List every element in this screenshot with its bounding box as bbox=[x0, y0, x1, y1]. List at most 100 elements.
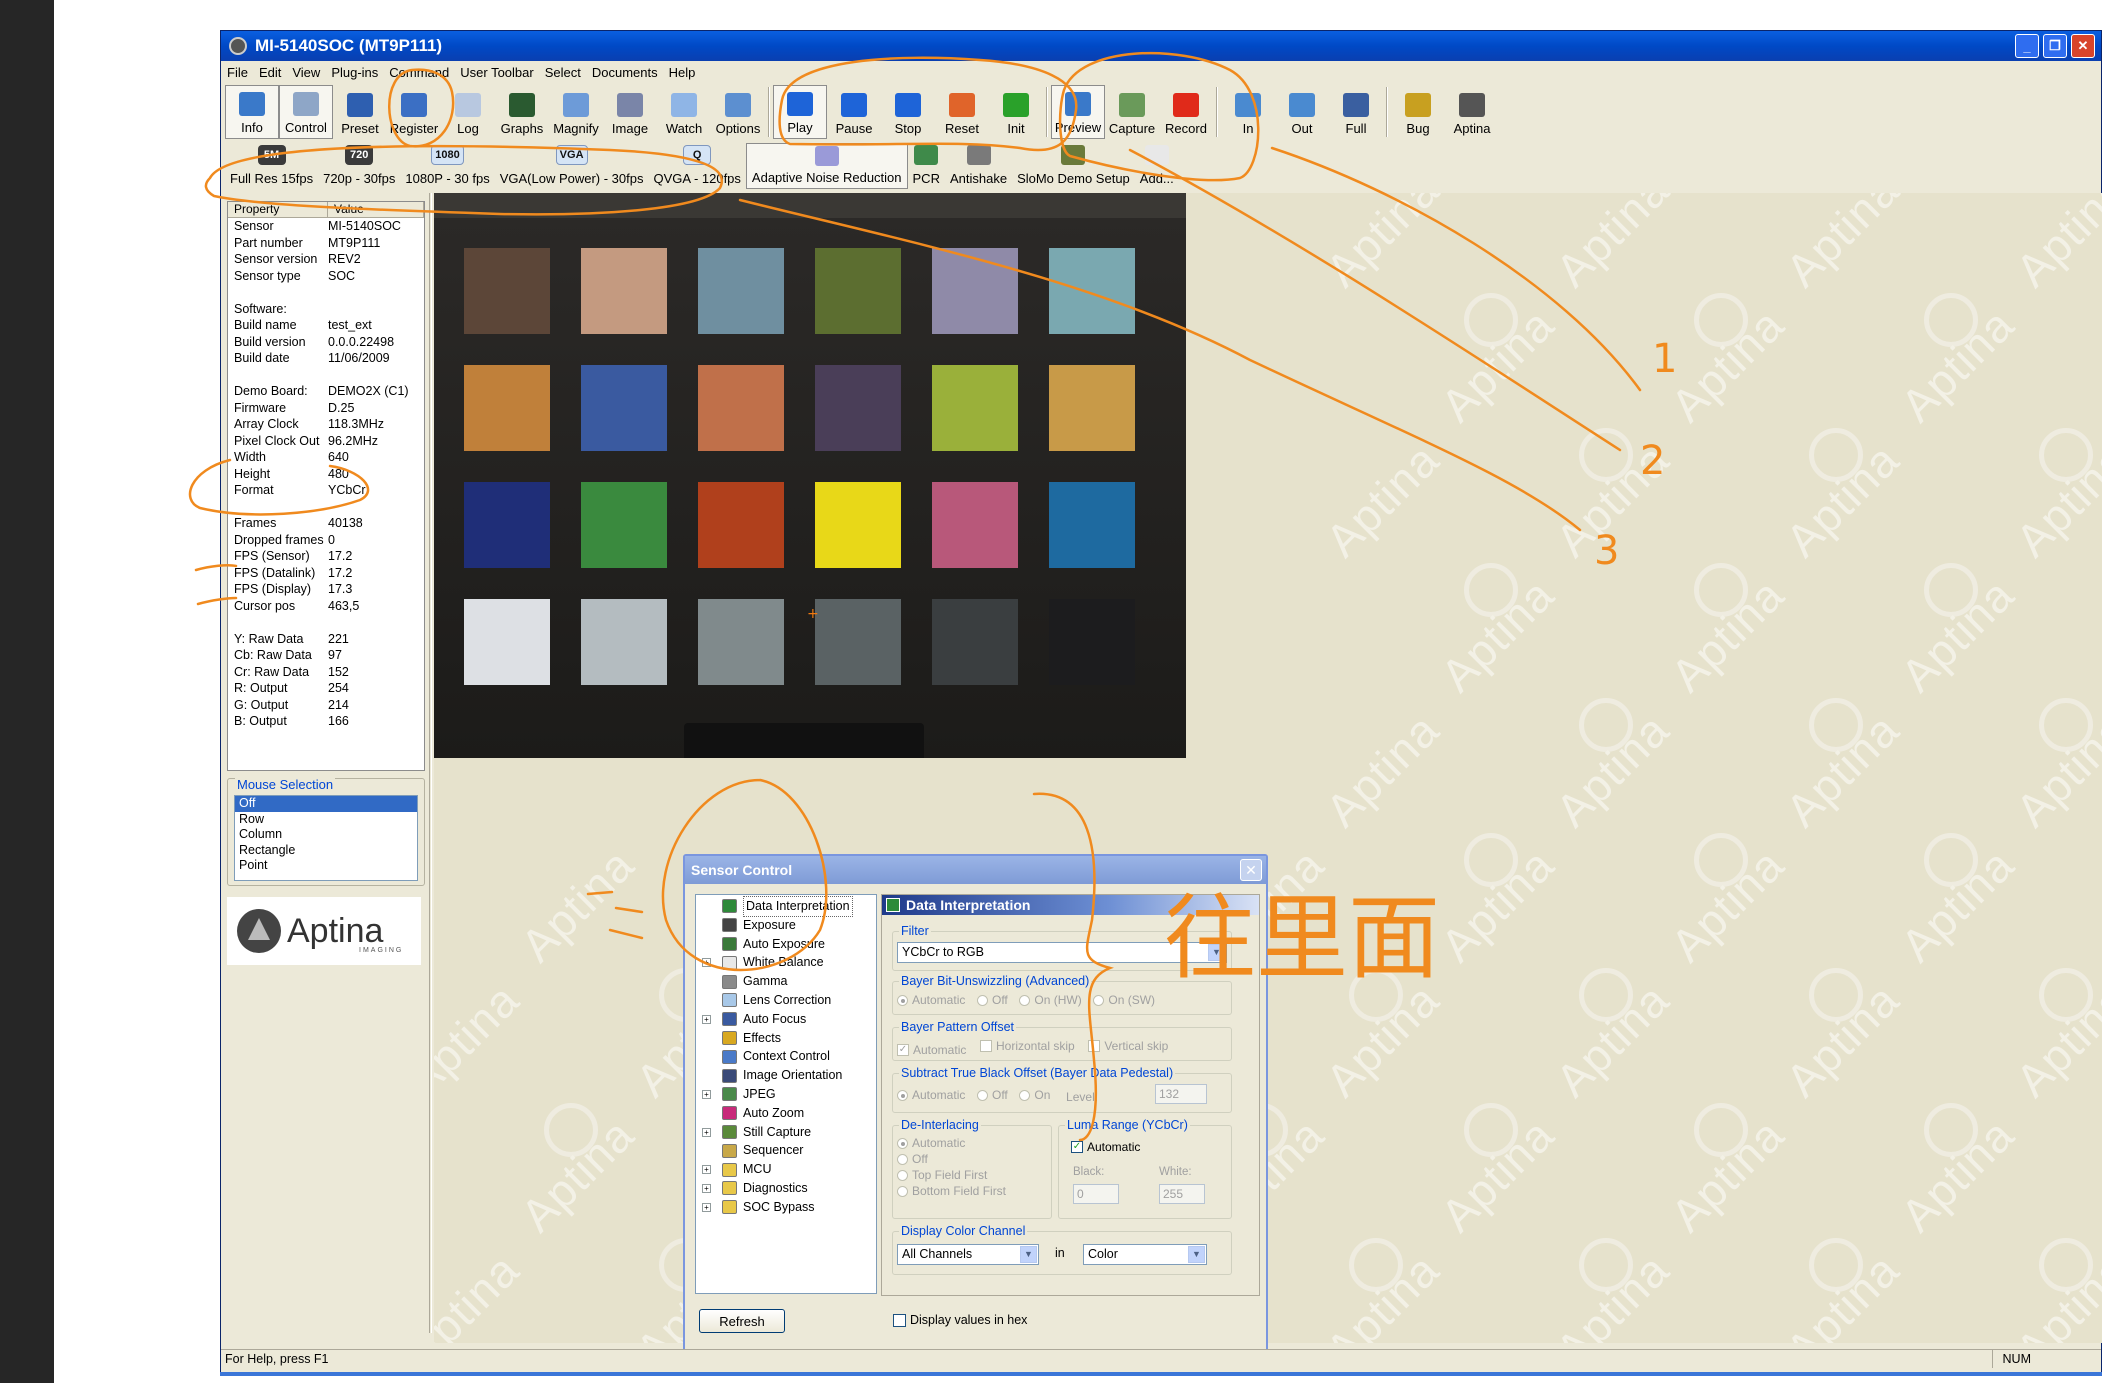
mouse-selection-option-row[interactable]: Row bbox=[235, 812, 417, 828]
mouse-selection-list[interactable]: Off Row Column Rectangle Point bbox=[234, 795, 418, 881]
offset-automatic-checkbox[interactable]: ✓ Automatic bbox=[897, 1043, 966, 1057]
value-column-header[interactable]: Value bbox=[328, 202, 424, 217]
refresh-button[interactable]: Refresh bbox=[699, 1309, 785, 1333]
watch-button[interactable]: Watch bbox=[657, 85, 711, 139]
bottom-field-first-radio[interactable]: Bottom Field First bbox=[897, 1184, 1006, 1198]
sensor-control-close-button[interactable]: ✕ bbox=[1240, 859, 1262, 881]
hex-checkbox-box[interactable] bbox=[893, 1313, 906, 1327]
play-button[interactable]: Play bbox=[773, 85, 827, 139]
tree-item-still-capture[interactable]: + Still Capture bbox=[696, 1123, 876, 1142]
black-automatic-radio[interactable]: Automatic bbox=[897, 1088, 965, 1102]
mode-1080p-30-fps-button[interactable]: 1080 1080P - 30 fps bbox=[400, 143, 494, 189]
black-on-radio[interactable]: On bbox=[1019, 1088, 1050, 1102]
options-button[interactable]: Options bbox=[711, 85, 765, 139]
close-button[interactable]: ✕ bbox=[2071, 34, 2095, 58]
expand-icon[interactable]: + bbox=[702, 958, 711, 968]
expand-icon[interactable]: + bbox=[702, 1089, 711, 1099]
title-bar[interactable]: MI-5140SOC (MT9P111) _ ❐ ✕ bbox=[221, 31, 2101, 61]
deinterlace-off-radio[interactable]: Off bbox=[897, 1152, 1006, 1166]
menu-edit[interactable]: Edit bbox=[259, 65, 281, 80]
expand-icon[interactable]: + bbox=[702, 1202, 711, 1212]
mode-add-button[interactable]: Add... bbox=[1135, 143, 1179, 189]
tree-item-image-orientation[interactable]: Image Orientation bbox=[696, 1066, 876, 1085]
luma-white-input[interactable]: 255 bbox=[1159, 1184, 1205, 1204]
mouse-selection-option-rectangle[interactable]: Rectangle bbox=[235, 843, 417, 859]
record-button[interactable]: Record bbox=[1159, 85, 1213, 139]
init-button[interactable]: Init bbox=[989, 85, 1043, 139]
tree-item-diagnostics[interactable]: + Diagnostics bbox=[696, 1179, 876, 1198]
menu-help[interactable]: Help bbox=[669, 65, 696, 80]
luma-black-input[interactable]: 0 bbox=[1073, 1184, 1119, 1204]
tree-item-mcu[interactable]: + MCU bbox=[696, 1160, 876, 1179]
menu-documents[interactable]: Documents bbox=[592, 65, 658, 80]
tree-item-soc-bypass[interactable]: + SOC Bypass bbox=[696, 1198, 876, 1217]
expand-icon[interactable]: + bbox=[702, 1165, 711, 1175]
level-input[interactable]: 132 bbox=[1155, 1084, 1207, 1104]
mode-antishake-button[interactable]: Antishake bbox=[945, 143, 1012, 189]
magnify-button[interactable]: Magnify bbox=[549, 85, 603, 139]
black-off-radio[interactable]: Off bbox=[976, 1088, 1008, 1102]
expand-icon[interactable]: + bbox=[702, 1127, 711, 1137]
menu-user-toolbar[interactable]: User Toolbar bbox=[460, 65, 533, 80]
tree-item-auto-focus[interactable]: + Auto Focus bbox=[696, 1010, 876, 1029]
capture-button[interactable]: Capture bbox=[1105, 85, 1159, 139]
info-button[interactable]: Info bbox=[225, 85, 279, 139]
deinterlace-automatic-radio[interactable]: Automatic bbox=[897, 1136, 1006, 1150]
mouse-selection-option-column[interactable]: Column bbox=[235, 827, 417, 843]
display-hex-checkbox[interactable]: Display values in hex bbox=[893, 1313, 1027, 1327]
sensor-control-title-bar[interactable]: Sensor Control bbox=[685, 856, 1266, 884]
mouse-selection-option-off[interactable]: Off bbox=[235, 796, 417, 812]
full-button[interactable]: Full bbox=[1329, 85, 1383, 139]
menu-command[interactable]: Command bbox=[389, 65, 449, 80]
tree-item-jpeg[interactable]: + JPEG bbox=[696, 1085, 876, 1104]
menu-plug-ins[interactable]: Plug-ins bbox=[331, 65, 378, 80]
image-button[interactable]: Image bbox=[603, 85, 657, 139]
mode-adaptive-noise-reduction-button[interactable]: Adaptive Noise Reduction bbox=[745, 143, 908, 189]
mode-full-res-15fps-button[interactable]: 5M Full Res 15fps bbox=[225, 143, 318, 189]
mode-pcr-button[interactable]: PCR bbox=[908, 143, 945, 189]
reset-button[interactable]: Reset bbox=[935, 85, 989, 139]
unswizzle-on-hw-radio[interactable]: On (HW) bbox=[1019, 993, 1082, 1007]
aptina-button[interactable]: Aptina bbox=[1445, 85, 1499, 139]
unswizzle-on-sw-radio[interactable]: On (SW) bbox=[1093, 993, 1155, 1007]
mouse-selection-option-point[interactable]: Point bbox=[235, 858, 417, 874]
preset-button[interactable]: Preset bbox=[333, 85, 387, 139]
tree-item-auto-exposure[interactable]: Auto Exposure bbox=[696, 935, 876, 954]
color-mode-select[interactable]: Color ▼ bbox=[1083, 1244, 1207, 1265]
tree-item-lens-correction[interactable]: Lens Correction bbox=[696, 991, 876, 1010]
mode-720p-30fps-button[interactable]: 720 720p - 30fps bbox=[318, 143, 400, 189]
menu-view[interactable]: View bbox=[292, 65, 320, 80]
filter-select[interactable]: YCbCr to RGB ▼ bbox=[897, 942, 1227, 963]
bug-button[interactable]: Bug bbox=[1391, 85, 1445, 139]
luma-automatic-checkbox[interactable]: ✓ Automatic bbox=[1071, 1140, 1140, 1154]
tree-item-data-interpretation[interactable]: Data Interpretation bbox=[696, 896, 876, 917]
unswizzle-automatic-radio[interactable]: Automatic bbox=[897, 993, 965, 1007]
control-button[interactable]: Control bbox=[279, 85, 333, 139]
channel-select[interactable]: All Channels ▼ bbox=[897, 1244, 1039, 1265]
out-button[interactable]: Out bbox=[1275, 85, 1329, 139]
in-button[interactable]: In bbox=[1221, 85, 1275, 139]
sensor-control-tree[interactable]: Data Interpretation Exposure Auto Exposure… bbox=[695, 894, 877, 1294]
stop-button[interactable]: Stop bbox=[881, 85, 935, 139]
preview-image[interactable]: + bbox=[434, 193, 1186, 758]
menu-file[interactable]: File bbox=[227, 65, 248, 80]
menu-select[interactable]: Select bbox=[545, 65, 581, 80]
tree-item-exposure[interactable]: Exposure bbox=[696, 916, 876, 935]
restore-button[interactable]: ❐ bbox=[2043, 34, 2067, 58]
vertical-skip-checkbox[interactable]: Vertical skip bbox=[1088, 1039, 1168, 1053]
horizontal-skip-checkbox[interactable]: Horizontal skip bbox=[979, 1039, 1075, 1053]
tree-item-white-balance[interactable]: + White Balance bbox=[696, 953, 876, 972]
mode-vga-low-power-30fps-button[interactable]: VGA VGA(Low Power) - 30fps bbox=[495, 143, 649, 189]
log-button[interactable]: Log bbox=[441, 85, 495, 139]
tree-item-sequencer[interactable]: Sequencer bbox=[696, 1141, 876, 1160]
tree-item-effects[interactable]: Effects bbox=[696, 1029, 876, 1048]
tree-item-context-control[interactable]: Context Control bbox=[696, 1047, 876, 1066]
top-field-first-radio[interactable]: Top Field First bbox=[897, 1168, 1006, 1182]
preview-button[interactable]: Preview bbox=[1051, 85, 1105, 139]
mode-qvga-120fps-button[interactable]: Q QVGA - 120fps bbox=[648, 143, 745, 189]
minimize-button[interactable]: _ bbox=[2015, 34, 2039, 58]
unswizzle-off-radio[interactable]: Off bbox=[976, 993, 1008, 1007]
mode-slomo-demo-setup-button[interactable]: SloMo Demo Setup bbox=[1012, 143, 1135, 189]
graphs-button[interactable]: Graphs bbox=[495, 85, 549, 139]
tree-item-auto-zoom[interactable]: Auto Zoom bbox=[696, 1104, 876, 1123]
